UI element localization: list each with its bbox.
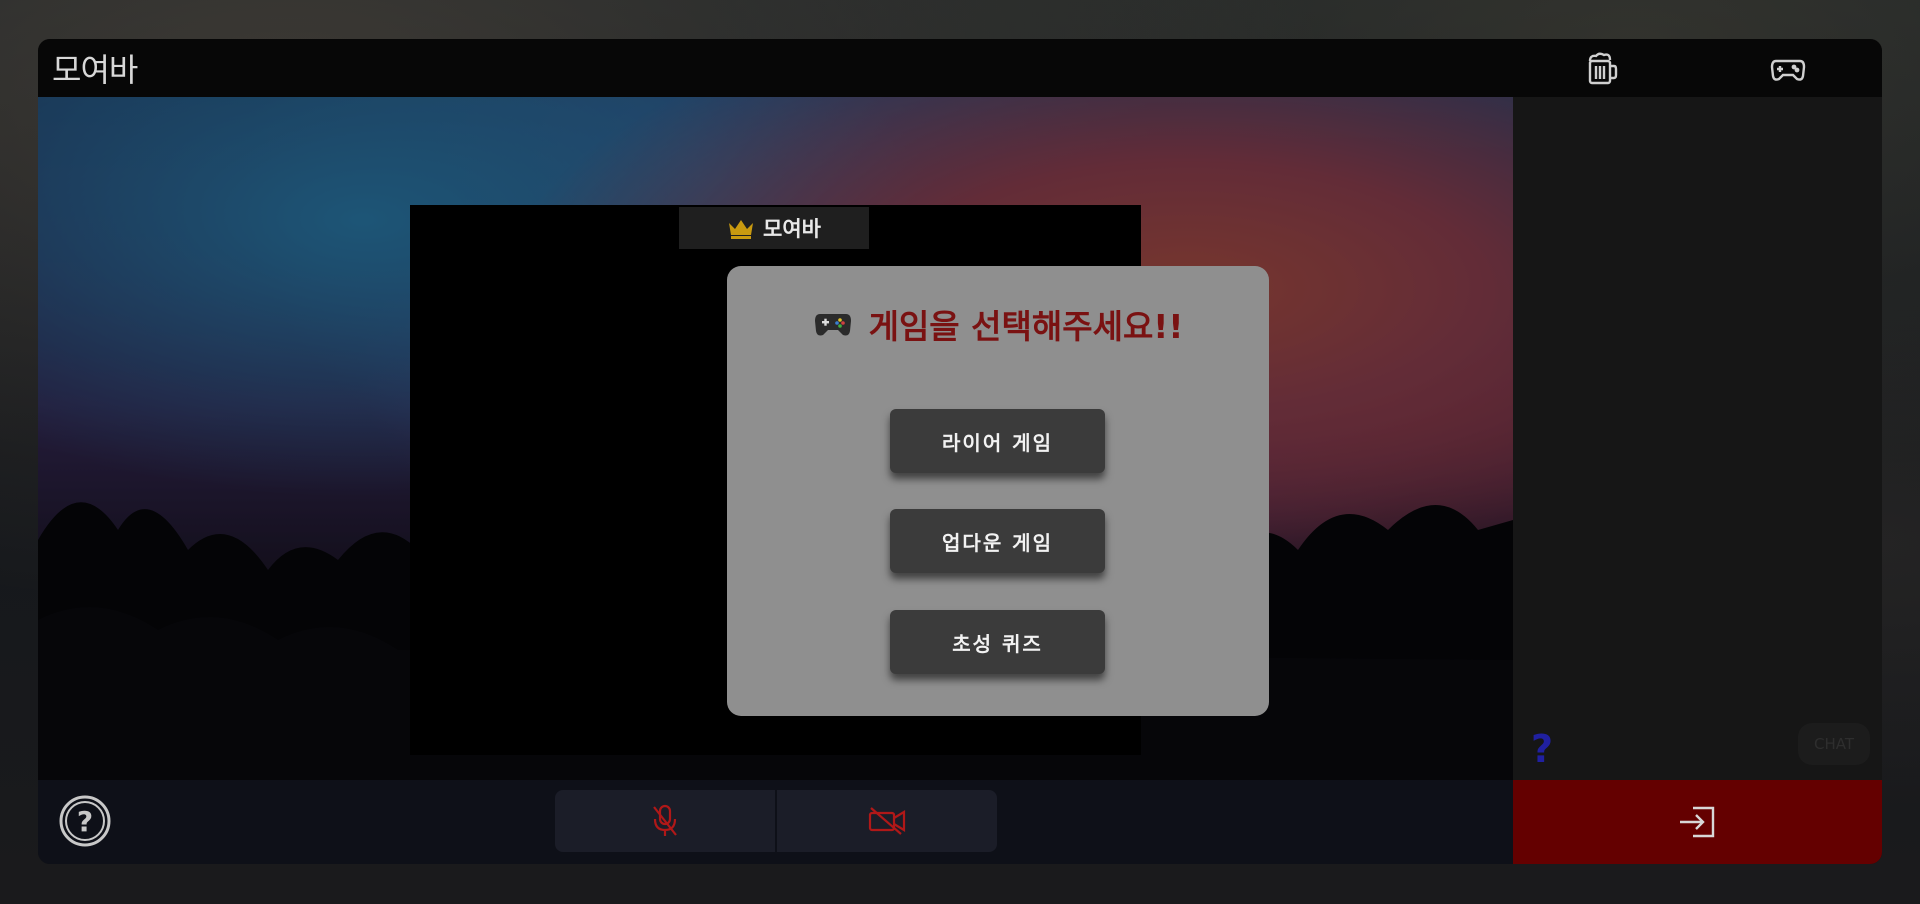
camera-off-icon <box>868 807 906 835</box>
modal-title: 게임을 선택해주세요!! <box>727 300 1269 348</box>
app-window: 모여바 모여바 ? CHAT ? 게임을 선택해주세요!! 라이어 게임 업다운… <box>38 39 1882 864</box>
beer-mug-icon[interactable] <box>1584 51 1620 87</box>
exit-icon <box>1679 806 1714 838</box>
media-controls <box>555 790 997 852</box>
liar-game-button[interactable]: 라이어 게임 <box>890 409 1105 473</box>
mic-off-icon <box>653 804 677 836</box>
crown-icon <box>729 220 754 239</box>
game-select-modal: 게임을 선택해주세요!! 라이어 게임 업다운 게임 초성 퀴즈 <box>727 266 1269 716</box>
gamepad-icon <box>814 314 851 336</box>
side-panel: ? CHAT <box>1513 97 1882 780</box>
bottom-bar: ? <box>38 780 1513 864</box>
initial-quiz-button[interactable]: 초성 퀴즈 <box>890 610 1105 674</box>
exit-button[interactable] <box>1513 780 1882 864</box>
camera-toggle[interactable] <box>777 790 997 852</box>
host-name: 모여바 <box>763 217 821 241</box>
app-title: 모여바 <box>52 51 138 89</box>
gamepad-icon[interactable] <box>1770 51 1806 87</box>
updown-game-button[interactable]: 업다운 게임 <box>890 509 1105 573</box>
host-tag: 모여바 <box>679 207 869 249</box>
chat-button[interactable]: CHAT <box>1798 723 1870 765</box>
question-circle-icon[interactable]: ? <box>58 794 112 848</box>
top-bar: 모여바 <box>38 39 1882 97</box>
mic-toggle[interactable] <box>555 790 777 852</box>
modal-title-text: 게임을 선택해주세요!! <box>868 307 1184 346</box>
help-question-mark[interactable]: ? <box>1531 727 1553 771</box>
svg-text:?: ? <box>77 805 93 838</box>
